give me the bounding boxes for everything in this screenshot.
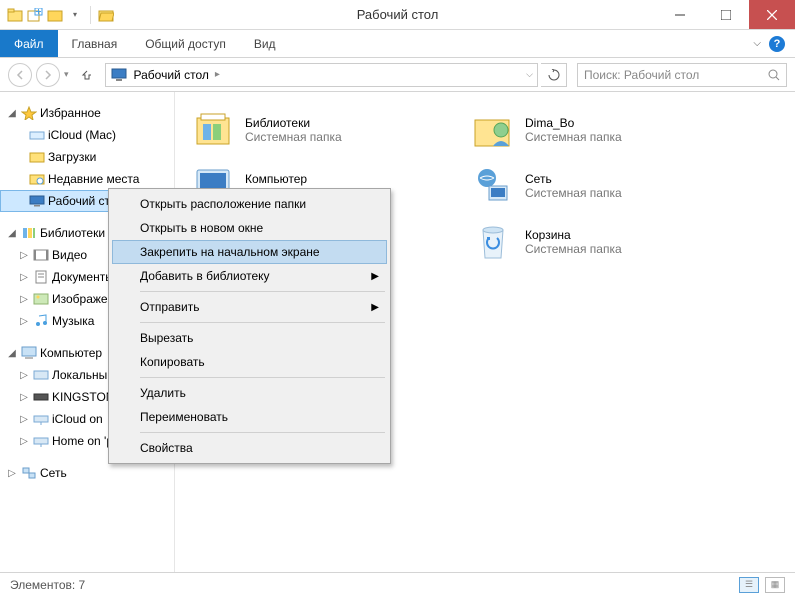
expand-ribbon-icon[interactable]: ⌵ [753, 38, 761, 49]
item-user[interactable]: Dima_BoСистемная папка [465, 102, 745, 158]
network-icon [20, 465, 38, 481]
ctx-open-location[interactable]: Открыть расположение папки [112, 192, 387, 216]
desktop-small-icon [28, 193, 46, 209]
item-network[interactable]: СетьСистемная папка [465, 158, 745, 214]
ctx-cut[interactable]: Вырезать [112, 326, 387, 350]
ctx-properties[interactable]: Свойства [112, 436, 387, 460]
expander-icon[interactable]: ▷ [18, 392, 30, 403]
music-icon [32, 313, 50, 329]
item-recyclebin[interactable]: КорзинаСистемная папка [465, 214, 745, 270]
ctx-open-new-window[interactable]: Открыть в новом окне [112, 216, 387, 240]
tab-home[interactable]: Главная [58, 30, 132, 57]
folder-icon [28, 149, 46, 165]
address-bar[interactable]: Рабочий стол ▸ ⌵ [105, 63, 538, 87]
close-button[interactable] [749, 0, 795, 29]
ctx-add-library[interactable]: Добавить в библиотеку▶ [112, 264, 387, 288]
user-folder-icon [469, 106, 517, 154]
ctx-delete[interactable]: Удалить [112, 381, 387, 405]
ctx-rename[interactable]: Переименовать [112, 405, 387, 429]
separator [90, 6, 91, 24]
separator [140, 377, 385, 378]
search-box[interactable]: Поиск: Рабочий стол [577, 63, 787, 87]
video-icon [32, 247, 50, 263]
expander-icon[interactable]: ▷ [18, 436, 30, 447]
submenu-arrow-icon: ▶ [371, 271, 379, 282]
folder2-icon[interactable] [46, 6, 64, 24]
tab-file[interactable]: Файл [0, 30, 58, 57]
computer-icon [20, 345, 38, 361]
address-location: Рабочий стол [134, 68, 209, 82]
expander-icon[interactable]: ▷ [18, 294, 30, 305]
netdrive-icon [32, 411, 50, 427]
tab-share[interactable]: Общий доступ [131, 30, 240, 57]
ribbon-tabs: Файл Главная Общий доступ Вид ⌵ ? [0, 30, 795, 58]
forward-button[interactable] [36, 63, 60, 87]
star-icon [20, 105, 38, 121]
tree-recent[interactable]: Недавние места [0, 168, 174, 190]
tree-downloads[interactable]: Загрузки [0, 146, 174, 168]
recycle-bin-icon [469, 218, 517, 266]
expander-open-icon[interactable]: ◢ [6, 228, 18, 239]
address-dropdown-icon[interactable]: ⌵ [526, 69, 533, 80]
folder-small-icon [6, 6, 24, 24]
expander-icon[interactable]: ▷ [18, 316, 30, 327]
ctx-pin-start[interactable]: Закрепить на начальном экране [112, 240, 387, 264]
status-count: Элементов: 7 [10, 578, 85, 592]
tab-view[interactable]: Вид [240, 30, 290, 57]
title-bar: ▾ Рабочий стол [0, 0, 795, 30]
recent-locations-icon[interactable]: ▾ [64, 69, 69, 80]
netdrive-icon [32, 433, 50, 449]
folder-open-icon[interactable] [97, 6, 115, 24]
libraries-icon [20, 225, 38, 241]
status-bar: Элементов: 7 ☰ ▦ [0, 572, 795, 596]
ctx-send-to[interactable]: Отправить▶ [112, 295, 387, 319]
new-folder-icon[interactable] [26, 6, 44, 24]
separator [140, 291, 385, 292]
expander-icon[interactable]: ▷ [18, 272, 30, 283]
expander-icon[interactable]: ▷ [18, 250, 30, 261]
window-title: Рабочий стол [357, 7, 439, 22]
separator [140, 322, 385, 323]
hdd-icon [32, 367, 50, 383]
item-libraries[interactable]: БиблиотекиСистемная папка [185, 102, 465, 158]
recent-icon [28, 171, 46, 187]
maximize-button[interactable] [703, 0, 749, 29]
document-icon [32, 269, 50, 285]
view-icons-button[interactable]: ▦ [765, 577, 785, 593]
breadcrumb-sep: ▸ [215, 69, 220, 80]
search-icon [768, 69, 780, 81]
ctx-copy[interactable]: Копировать [112, 350, 387, 374]
window-controls [657, 0, 795, 29]
expander-open-icon[interactable]: ◢ [6, 348, 18, 359]
view-details-button[interactable]: ☰ [739, 577, 759, 593]
libraries-big-icon [189, 106, 237, 154]
refresh-button[interactable] [541, 63, 567, 87]
usb-icon [32, 389, 50, 405]
submenu-arrow-icon: ▶ [371, 302, 379, 313]
expander-icon[interactable]: ▷ [6, 468, 18, 479]
expander-icon[interactable]: ▷ [18, 370, 30, 381]
context-menu: Открыть расположение папки Открыть в нов… [108, 188, 391, 464]
quick-access-toolbar: ▾ [0, 6, 115, 24]
network-big-icon [469, 162, 517, 210]
desktop-icon [110, 67, 128, 83]
separator [140, 432, 385, 433]
up-button[interactable] [77, 65, 97, 85]
tree-favorites[interactable]: ◢Избранное [0, 102, 174, 124]
tree-icloudmac[interactable]: iCloud (Mac) [0, 124, 174, 146]
expander-open-icon[interactable]: ◢ [6, 108, 18, 119]
tree-network[interactable]: ▷Сеть [0, 462, 174, 484]
expander-icon[interactable]: ▷ [18, 414, 30, 425]
pictures-icon [32, 291, 50, 307]
drive-icon [28, 127, 46, 143]
minimize-button[interactable] [657, 0, 703, 29]
help-icon[interactable]: ? [769, 36, 785, 52]
nav-bar: ▾ Рабочий стол ▸ ⌵ Поиск: Рабочий стол [0, 58, 795, 92]
search-placeholder: Поиск: Рабочий стол [584, 68, 699, 82]
chevron-down-icon[interactable]: ▾ [66, 6, 84, 24]
back-button[interactable] [8, 63, 32, 87]
